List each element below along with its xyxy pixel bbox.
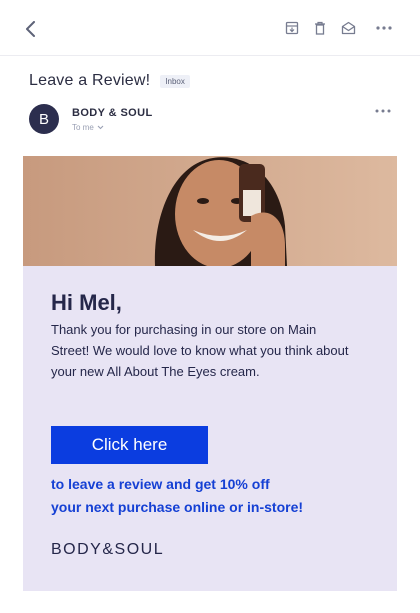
hero-image (23, 156, 397, 266)
sender-avatar: B (29, 104, 59, 134)
email-paragraph: Thank you for purchasing in our store on… (51, 322, 349, 379)
brand-logo: BODY&SOUL (51, 541, 165, 558)
more-icon[interactable] (374, 19, 394, 37)
promo-text: to leave a review and get 10% off your n… (51, 473, 381, 519)
email-content: Hi Mel, Thank you for purchasing in our … (23, 156, 397, 591)
recipient-label: To me (72, 123, 94, 132)
click-here-button[interactable]: Click here (51, 426, 208, 464)
archive-icon[interactable] (283, 19, 301, 37)
recipient-toggle[interactable]: To me (72, 123, 104, 132)
inbox-label-badge[interactable]: Inbox (160, 74, 190, 88)
back-arrow-icon[interactable] (20, 18, 42, 40)
chevron-down-icon (97, 125, 104, 130)
promo-highlight: 10% off (219, 476, 270, 492)
greeting-heading: Hi Mel, (51, 290, 122, 315)
sender-name: BODY & SOUL (72, 107, 153, 119)
trash-icon[interactable] (311, 19, 329, 37)
mail-open-icon[interactable] (339, 19, 357, 37)
subject-row: Leave a Review! Inbox (29, 70, 190, 92)
top-toolbar (0, 0, 420, 56)
email-subject: Leave a Review! (29, 72, 151, 89)
promo-line-2: your next purchase online or in-store! (51, 499, 304, 515)
message-more-icon[interactable] (373, 104, 393, 118)
promo-line-1: to leave a review and get (51, 476, 220, 492)
